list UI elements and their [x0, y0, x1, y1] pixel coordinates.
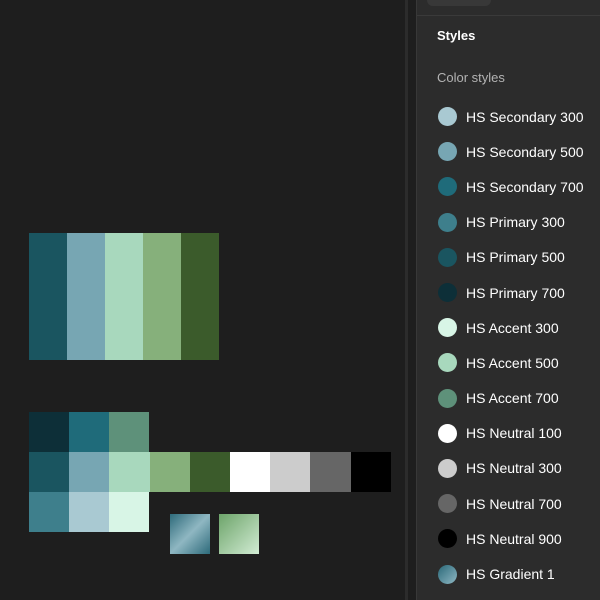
color-style-item[interactable]: HS Neutral 700	[417, 486, 600, 521]
color-swatch-icon	[438, 353, 457, 373]
color-style-label: HS Primary 300	[466, 214, 565, 231]
color-style-item[interactable]: HS Primary 500	[417, 240, 600, 275]
gradient-swatch[interactable]	[170, 514, 210, 554]
styles-panel: Styles Color styles HS Secondary 300 HS S…	[416, 0, 600, 600]
grid-swatch[interactable]	[109, 492, 149, 532]
color-style-label: HS Neutral 900	[466, 530, 562, 547]
grid-swatch[interactable]	[69, 412, 109, 452]
color-style-item[interactable]: HS Secondary 500	[417, 134, 600, 169]
palette-swatch[interactable]	[181, 233, 219, 360]
design-canvas[interactable]	[0, 0, 405, 600]
gradient-swatch[interactable]	[219, 514, 259, 554]
color-style-label: HS Accent 700	[466, 390, 559, 407]
grid-swatch[interactable]	[109, 452, 150, 492]
color-swatch-icon	[438, 494, 457, 514]
grid-swatch[interactable]	[109, 412, 149, 452]
color-swatch-icon	[438, 458, 457, 478]
canvas-panel-divider[interactable]	[405, 0, 408, 600]
color-style-label: HS Neutral 700	[466, 495, 562, 512]
color-style-item[interactable]: HS Accent 300	[417, 310, 600, 345]
grid-swatch[interactable]	[149, 452, 190, 492]
color-style-label: HS Neutral 100	[466, 425, 562, 442]
color-swatch-icon	[438, 142, 457, 162]
grid-swatch[interactable]	[69, 492, 109, 532]
grid-swatch[interactable]	[189, 452, 230, 492]
palette-swatch[interactable]	[105, 233, 143, 360]
color-style-label: HS Primary 500	[466, 249, 565, 266]
color-style-label: HS Secondary 700	[466, 178, 584, 195]
grid-swatch[interactable]	[29, 412, 69, 452]
color-style-item[interactable]: HS Gradient 1	[417, 556, 600, 591]
color-swatch-icon	[438, 283, 457, 303]
color-style-item[interactable]: HS Accent 700	[417, 381, 600, 416]
color-style-item[interactable]: HS Secondary 700	[417, 169, 600, 204]
color-style-label: HS Secondary 500	[466, 143, 584, 160]
color-style-label: HS Accent 500	[466, 354, 559, 371]
color-swatch-icon	[438, 388, 457, 408]
color-style-item[interactable]: HS Neutral 900	[417, 521, 600, 556]
color-swatch-icon	[438, 212, 457, 232]
color-style-label: HS Primary 700	[466, 284, 565, 301]
grid-swatch[interactable]	[310, 452, 351, 492]
color-style-label: HS Accent 300	[466, 319, 559, 336]
color-style-item[interactable]: HS Primary 300	[417, 205, 600, 240]
grid-swatch[interactable]	[350, 452, 391, 492]
color-style-item[interactable]: HS Accent 500	[417, 345, 600, 380]
color-swatch-icon	[438, 529, 457, 549]
palette-swatch[interactable]	[143, 233, 181, 360]
grid-swatch[interactable]	[69, 452, 110, 492]
color-swatch-icon	[438, 247, 457, 267]
color-style-item[interactable]: HS Neutral 300	[417, 451, 600, 486]
grid-swatch[interactable]	[29, 452, 70, 492]
styles-title: Styles	[437, 28, 476, 43]
panel-divider	[417, 15, 600, 16]
color-swatch-icon	[438, 564, 457, 584]
color-swatch-icon	[438, 318, 457, 338]
palette-swatch[interactable]	[67, 233, 105, 360]
panel-tab[interactable]	[427, 0, 491, 6]
grid-swatch[interactable]	[29, 492, 69, 532]
color-swatch-icon	[438, 423, 457, 443]
color-style-label: HS Secondary 300	[466, 108, 584, 125]
color-style-item[interactable]: HS Primary 700	[417, 275, 600, 310]
color-style-item[interactable]: HS Secondary 300	[417, 99, 600, 134]
palette-swatch[interactable]	[29, 233, 67, 360]
color-style-list: HS Secondary 300 HS Secondary 500 HS Secon…	[417, 99, 600, 592]
grid-swatch[interactable]	[270, 452, 311, 492]
color-swatch-icon	[438, 177, 457, 197]
color-style-item[interactable]: HS Neutral 100	[417, 416, 600, 451]
color-style-label: HS Gradient 1	[466, 566, 555, 583]
color-styles-heading: Color styles	[437, 70, 505, 85]
grid-swatch[interactable]	[230, 452, 271, 492]
color-style-label: HS Neutral 300	[466, 460, 562, 477]
color-swatch-icon	[438, 107, 457, 127]
